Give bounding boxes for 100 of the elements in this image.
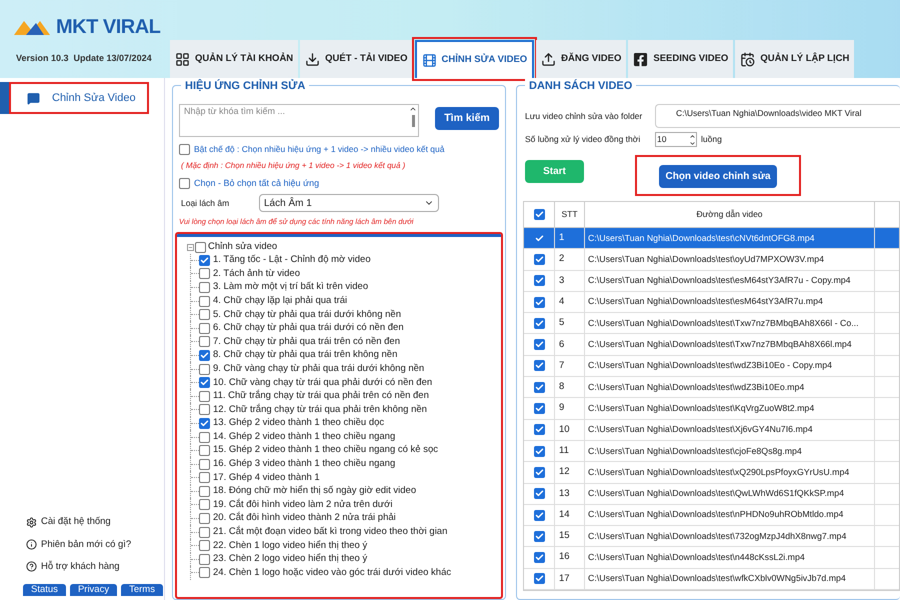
tree-item[interactable]: 24. Chèn 1 logo hoặc video vào góc trái dưới video khác (213, 566, 452, 580)
footer-link[interactable]: Phiên bản mới có gì? (26, 538, 164, 552)
checkbox[interactable] (199, 364, 210, 375)
tree-item[interactable]: 6. Chữ chạy từ phải qua trái dưới có nền đen (213, 321, 404, 336)
checkbox[interactable] (199, 567, 210, 578)
checkbox[interactable] (199, 350, 210, 361)
checkbox[interactable] (199, 432, 210, 443)
table-row[interactable]: 15 C:\Users\Tuan Nghia\Downloads\test\732ogMzpJ4dhX8nwg7.mp4 (524, 526, 899, 548)
checkbox[interactable] (195, 242, 206, 252)
tree-item[interactable]: 9. Chữ vàng chạy từ phải qua trái dưới không nền (213, 362, 424, 376)
checkbox[interactable] (199, 268, 210, 280)
tree-item[interactable]: 4. Chữ chạy lặp lại phải qua trái (213, 294, 348, 308)
table-row[interactable]: 3 C:\Users\Tuan Nghia\Downloads\test\esM64stY3AfR7u - Copy.mp4 (524, 270, 899, 292)
nav-tab[interactable]: ĐĂNG VIDEO (536, 40, 626, 78)
tree-item[interactable]: 22. Chèn 1 logo video hiển thị theo ý (213, 538, 368, 553)
checkbox[interactable] (199, 377, 210, 388)
tree-item[interactable]: 3. Làm mờ một vị trí bất kì trên video (213, 280, 368, 295)
table-row[interactable]: 10 C:\Users\Tuan Nghia\Downloads\test\Xj6vGY4Nu7I6.mp4 (524, 420, 899, 441)
checkbox[interactable] (534, 466, 544, 478)
checkbox[interactable] (179, 178, 190, 189)
tree-item[interactable]: 7. Chữ chạy từ phải qua trái trên có nền đen (213, 334, 400, 349)
nav-tab[interactable]: QUẢN LÝ TÀI KHOẢN (170, 40, 298, 78)
checkbox[interactable] (199, 390, 210, 402)
checkbox[interactable] (534, 339, 544, 350)
table-row[interactable]: 6 C:\Users\Tuan Nghia\Downloads\test\Txw7nz7BMbqBAh8X66l.mp4 (524, 334, 899, 356)
table-row[interactable]: 1 C:\Users\Tuan Nghia\Downloads\test\cNVt6dntOFG8.mp4 (524, 228, 899, 250)
table-row[interactable]: 7 C:\Users\Tuan Nghia\Downloads\test\wdZ3Bi10Eo - Copy.mp4 (524, 356, 899, 378)
tree-item[interactable]: 20. Cắt đôi hình video thành 2 nửa trái phải (213, 511, 396, 526)
tree-item[interactable]: 11. Chữ trắng chạy từ trái qua phải trên có nền đen (213, 389, 429, 404)
table-row[interactable]: 5 C:\Users\Tuan Nghia\Downloads\test\Txw7nz7BMbqBAh8X66l - Co... (524, 313, 899, 334)
checkbox[interactable] (534, 530, 544, 542)
footer-link[interactable]: Hỗ trợ khách hàng (26, 560, 164, 574)
tree-item[interactable]: 23. Chèn 2 logo video hiển thị theo ý (213, 552, 368, 566)
tree-item[interactable]: 21. Cắt một đoạn video bất kì trong video theo thời gian (213, 525, 448, 540)
footer-button[interactable]: Terms (121, 584, 163, 596)
checkbox[interactable] (534, 275, 544, 286)
checkbox[interactable] (534, 360, 544, 372)
nav-tab[interactable]: SEEDING VIDEO (628, 40, 734, 78)
tree-item[interactable]: 13. Ghép 2 video thành 1 theo chiều dọc (213, 416, 384, 431)
nav-tab[interactable]: QUẢN LÝ LẬP LỊCH (735, 40, 854, 78)
checkbox[interactable] (199, 404, 210, 416)
tree-item[interactable]: 10. Chữ vàng chạy từ trái qua phải dưới có nền đen (213, 376, 432, 390)
table-row[interactable]: 8 C:\Users\Tuan Nghia\Downloads\test\wdZ3Bi10Eo.mp4 (524, 377, 899, 398)
footer-button[interactable]: Status (23, 584, 66, 596)
checkbox[interactable] (199, 254, 210, 266)
checkbox[interactable] (199, 296, 210, 307)
search-field[interactable]: Nhập từ khóa tìm kiếm ... (179, 104, 420, 137)
checkbox[interactable] (534, 573, 544, 584)
table-row[interactable]: 4 C:\Users\Tuan Nghia\Downloads\test\esM64stY3AfR7u.mp4 (524, 292, 899, 314)
checkbox[interactable] (534, 382, 544, 393)
checkbox[interactable] (534, 552, 544, 564)
checkbox[interactable] (199, 458, 210, 470)
checkbox[interactable] (199, 309, 210, 320)
checkbox[interactable] (534, 403, 544, 414)
collapse-icon[interactable] (187, 244, 194, 250)
checkbox[interactable] (179, 144, 190, 155)
tree-item[interactable]: 12. Chữ trắng chạy từ trái qua phải trên không nền (213, 402, 427, 417)
table-row[interactable]: 9 C:\Users\Tuan Nghia\Downloads\test\KqVrgZuoW8t2.mp4 (524, 398, 899, 420)
tree-item[interactable]: 5. Chữ chạy từ phải qua trái dưới không nền (213, 308, 401, 322)
table-row[interactable]: 2 C:\Users\Tuan Nghia\Downloads\test\oyUd7MPXOW3V.mp4 (524, 249, 899, 271)
checkbox[interactable] (199, 322, 210, 334)
table-row[interactable]: 14 C:\Users\Tuan Nghia\Downloads\test\nPHDNo9uhRObMtldo.mp4 (524, 504, 899, 526)
footer-link[interactable]: Cài đặt hệ thống (26, 515, 164, 530)
checkbox[interactable] (199, 526, 210, 538)
checkbox[interactable] (199, 418, 210, 429)
header-checkbox[interactable] (534, 209, 544, 220)
checkbox[interactable] (199, 282, 210, 293)
checkbox[interactable] (534, 296, 544, 308)
table-row[interactable]: 13 C:\Users\Tuan Nghia\Downloads\test\QwLWhWd6S1fQKkSP.mp4 (524, 484, 899, 505)
checkbox[interactable] (199, 499, 210, 510)
tree-item[interactable]: 15. Ghép 2 video thành 1 theo chiều ngang có kẻ sọc (213, 443, 438, 458)
checkbox[interactable] (199, 472, 210, 484)
checkbox[interactable] (534, 254, 544, 265)
table-row[interactable]: 17 C:\Users\Tuan Nghia\Downloads\test\wfkCXblv0WNg5ivJb7d.mp4 (524, 568, 899, 590)
checkbox[interactable] (534, 318, 544, 329)
tree-item[interactable]: 2. Tách ảnh từ video (213, 266, 300, 282)
threads-spinner[interactable]: 10 (655, 132, 697, 147)
footer-button[interactable]: Privacy (70, 584, 118, 596)
tree-item[interactable]: 17. Ghép 4 video thành 1 (213, 470, 320, 485)
voice-dropdown[interactable]: Lách Âm 1 (259, 194, 439, 212)
checkbox[interactable] (534, 488, 544, 500)
checkbox[interactable] (199, 486, 210, 497)
nav-tab[interactable]: CHỈNH SỬA VIDEO (414, 40, 534, 78)
checkbox[interactable] (199, 336, 210, 348)
search-button[interactable]: Tìm kiếm (435, 107, 499, 130)
checkbox[interactable] (534, 510, 544, 520)
checkbox[interactable] (199, 554, 210, 565)
table-row[interactable]: 12 C:\Users\Tuan Nghia\Downloads\test\xQ290LpsPfoyxGYrUsU.mp4 (524, 462, 899, 484)
checkbox[interactable] (534, 446, 544, 457)
folder-field[interactable]: C:\Users\Tuan Nghia\Downloads\video MKT Viral (655, 104, 900, 128)
checkbox[interactable] (534, 424, 544, 436)
checkbox[interactable] (199, 540, 210, 552)
table-row[interactable]: 16 C:\Users\Tuan Nghia\Downloads\test\n448cKssL2i.mp4 (524, 547, 899, 569)
tree-item[interactable]: 1. Tăng tốc - Lật - Chỉnh độ mờ video (213, 253, 371, 268)
scrollbar-thumb[interactable] (412, 115, 415, 127)
checkbox[interactable] (199, 513, 210, 524)
tree-item[interactable]: 14. Ghép 2 video thành 1 theo chiều ngang (213, 430, 396, 444)
checkbox[interactable] (199, 445, 210, 456)
tree-item[interactable]: 18. Đóng chữ mờ hiển thị số ngày giờ edit video (213, 484, 416, 499)
tree-item[interactable]: 16. Ghép 3 video thành 1 theo chiều ngang (213, 457, 396, 472)
